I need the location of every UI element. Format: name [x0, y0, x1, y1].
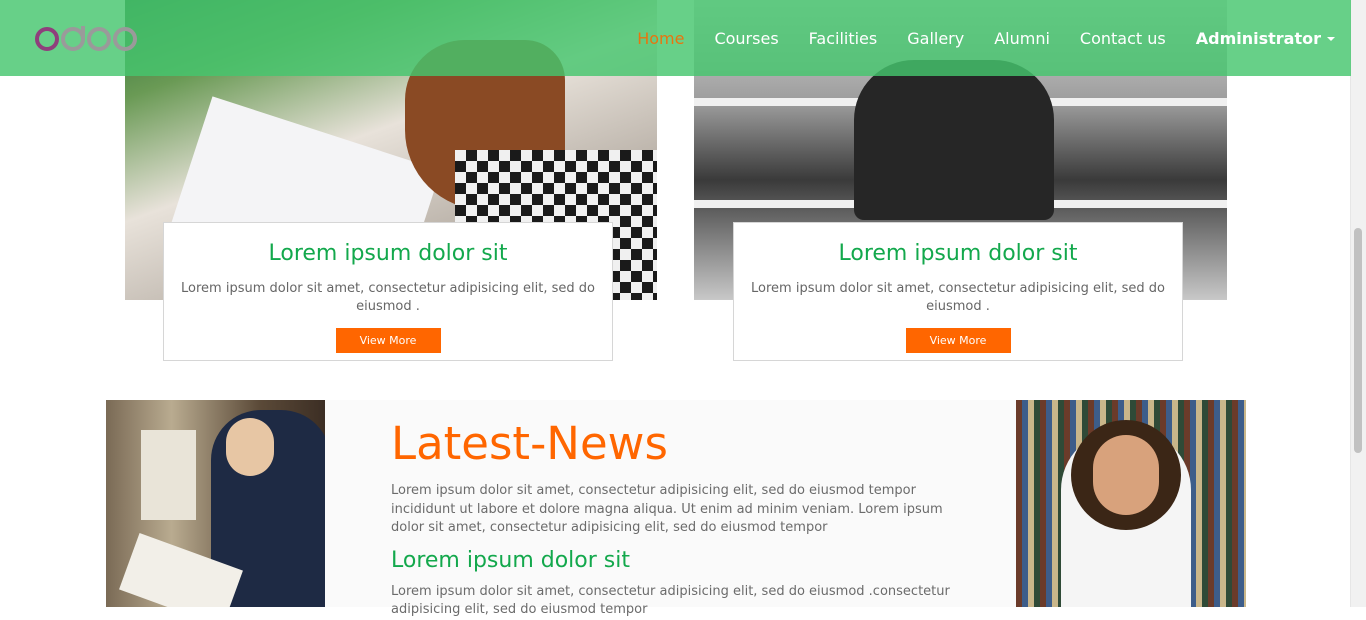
top-navbar: Home Courses Facilities Gallery Alumni C… [0, 0, 1351, 76]
card-title: Lorem ipsum dolor sit [268, 241, 508, 266]
nav-facilities[interactable]: Facilities [809, 29, 878, 48]
user-name: Administrator [1195, 28, 1321, 48]
card-text: Lorem ipsum dolor sit amet, consectetur … [751, 281, 1165, 314]
user-menu[interactable]: Administrator [1196, 29, 1335, 48]
view-more-button[interactable]: View More [905, 328, 1011, 353]
news-paragraph-2: Lorem ipsum dolor sit amet, consectetur … [391, 583, 950, 618]
reading-man-shape [854, 60, 1054, 220]
vertical-scrollbar[interactable] [1350, 0, 1366, 607]
scrollbar-thumb[interactable] [1354, 228, 1362, 453]
news-paragraph: Lorem ipsum dolor sit amet, consectetur … [391, 483, 943, 535]
card-title: Lorem ipsum dolor sit [838, 241, 1078, 266]
card-text: Lorem ipsum dolor sit amet, consectetur … [181, 281, 595, 314]
face-shape [226, 418, 274, 476]
feature-card: Lorem ipsum dolor sit Lorem ipsum dolor … [733, 222, 1183, 361]
news-content: Latest-News Lorem ipsum dolor sit amet, … [391, 418, 961, 620]
nav-alumni[interactable]: Alumni [994, 29, 1050, 48]
caret-down-icon [1327, 37, 1335, 41]
student-with-book-photo [106, 400, 325, 607]
main-nav: Home Courses Facilities Gallery Alumni C… [607, 0, 1351, 76]
odoo-logo[interactable] [33, 22, 143, 54]
news-subtitle: Lorem ipsum dolor sit [391, 547, 630, 573]
smiling-student-photo [1016, 400, 1246, 607]
nav-gallery[interactable]: Gallery [907, 29, 964, 48]
view-more-button[interactable]: View More [335, 328, 441, 353]
nav-home[interactable]: Home [637, 29, 684, 48]
nav-courses[interactable]: Courses [714, 29, 778, 48]
nav-contact-us[interactable]: Contact us [1080, 29, 1166, 48]
feature-card: Lorem ipsum dolor sit Lorem ipsum dolor … [163, 222, 613, 361]
news-title: Latest-News [391, 417, 668, 470]
window-shape [141, 430, 196, 520]
face-shape [1093, 435, 1159, 515]
